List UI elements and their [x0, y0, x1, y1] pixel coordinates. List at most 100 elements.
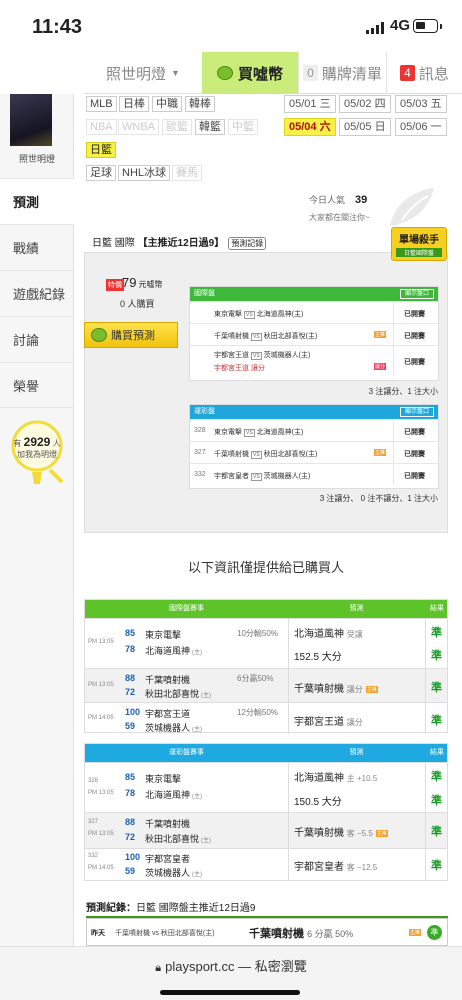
team-name: 茨城機器人	[145, 868, 191, 878]
lock-icon: 🔒︎	[155, 962, 162, 974]
table-row: 332 PM 14:05 100 宇都宮皇者 59 茨城機器人 (主) 宇都宮皇者 客…	[85, 848, 447, 880]
away-team: 北海道風神(主)	[256, 429, 304, 436]
tw-panel-title: 運彩盤	[194, 408, 215, 415]
result-correct: 準	[431, 771, 442, 783]
record-day: 昨天	[91, 930, 105, 937]
prediction-record-button[interactable]: 預測記錄	[228, 237, 267, 250]
pick-type: 受讓	[346, 630, 363, 639]
date-tab-selected[interactable]: 05/04 六	[284, 118, 336, 136]
list-item: 328 東京電擊 VS 北海道風神(主) 已開賽	[190, 419, 438, 441]
buyers-only-notice: 以下資訊僅提供給已購買人	[187, 560, 344, 575]
league-wnba[interactable]: WNBA	[118, 119, 159, 135]
game-time: PM 13:05	[88, 682, 114, 688]
price-unit: 元噓幣	[138, 280, 163, 289]
price: 79 元噓幣	[122, 275, 162, 290]
sidebar-item-label: 榮譽	[13, 378, 40, 394]
league-npb[interactable]: 日棒	[119, 96, 149, 112]
table-header: 國際盤賽事 預測 結果	[85, 600, 447, 618]
sidebar-item-predict[interactable]: 預測	[0, 178, 74, 224]
show-odds-button[interactable]: 顯示盤口	[399, 289, 434, 299]
record-pick: 千葉噴射機	[249, 928, 304, 940]
sidebar-item-record[interactable]: 戰績	[0, 224, 74, 270]
buy-prediction-button[interactable]: 購買預測	[84, 322, 178, 348]
tw-panel-header: 運彩盤 顯示盤口	[190, 405, 438, 419]
league-mlb[interactable]: MLB	[86, 96, 117, 112]
popularity-value: 39	[355, 194, 368, 206]
result-correct: 準	[431, 715, 442, 727]
result-correct: 準	[431, 860, 442, 872]
buy-coin-button[interactable]: 買噓幣	[202, 52, 298, 94]
pick: 宇都宮皇者	[294, 862, 344, 873]
col-header: 預測	[349, 605, 364, 612]
status-bar: 11:43 4G	[0, 0, 462, 52]
league-sbl[interactable]: 中籃	[228, 119, 258, 135]
buyer-count: 0 人購買	[120, 299, 155, 309]
cart-label: 購牌清單	[321, 65, 382, 83]
league-cpbl[interactable]: 中職	[152, 96, 182, 112]
home-marker: (主)	[192, 794, 203, 800]
game-time: PM 14:05	[88, 865, 114, 871]
sidebar-item-honor[interactable]: 榮譽	[0, 362, 74, 408]
sidebar-item-label: 討論	[13, 333, 40, 348]
main-pick-icon: 主推	[365, 685, 378, 693]
team-name: 東京電擊	[145, 630, 182, 640]
main-pick-icon: 主推	[374, 449, 387, 456]
messages-button[interactable]: 4 訊息	[386, 52, 462, 94]
game-number: 328	[194, 427, 206, 434]
lamp-counter: 有 2929 人加我為明燈	[0, 435, 74, 460]
user-menu[interactable]: 照世明燈 ▼	[84, 52, 202, 94]
home-indicator[interactable]	[160, 990, 300, 995]
home-team: 東京電擊	[214, 311, 242, 318]
sidebar-item-game-log[interactable]: 遊戲紀錄	[0, 270, 74, 316]
col-header: 國際盤賽事	[169, 605, 204, 612]
league-nhl[interactable]: NHL冰球	[118, 165, 171, 181]
intl-results-table: 國際盤賽事 預測 結果 PM 13:05 85 東京電擊 10分輸50% 78 北海道風…	[84, 599, 448, 734]
coin-icon	[91, 328, 107, 342]
cart-count: 0	[303, 65, 318, 81]
date-tab[interactable]: 05/05 日	[339, 118, 391, 136]
address-bar[interactable]: 🔒︎ playsport.cc — 私密瀏覽	[0, 956, 462, 975]
score: 100	[125, 707, 141, 717]
table-row: PM 13:05 88 千葉噴射機 6分贏50% 72 秋田北部喜悅 (主) 千葉噴射…	[85, 668, 447, 702]
league-kbl[interactable]: 韓籃	[195, 119, 225, 135]
away-team: 秋田北部喜悅(主)	[263, 333, 318, 340]
tw-panel: 運彩盤 顯示盤口 328 東京電擊 VS 北海道風神(主) 已開賽 327 千葉噴射機 VS 秋…	[189, 404, 439, 489]
game-time: PM 13:05	[88, 639, 114, 645]
league-bleague[interactable]: 日籃	[86, 142, 116, 158]
game-status: 已開賽	[404, 451, 425, 458]
pick: 千葉噴射機	[294, 684, 344, 695]
profile-name: 照世明燈	[18, 154, 55, 164]
cart-button[interactable]: 0 購牌清單	[298, 52, 386, 94]
user-menu-label: 照世明燈	[106, 65, 167, 83]
league-horse[interactable]: 賽馬	[172, 165, 202, 181]
date-tab[interactable]: 05/01 三	[284, 95, 336, 113]
date-tab[interactable]: 05/06 一	[395, 118, 447, 136]
team-name: 秋田北部喜悅	[145, 834, 200, 844]
team-name: 秋田北部喜悅	[145, 689, 200, 699]
battery-icon	[413, 19, 442, 33]
show-odds-button[interactable]: 顯示盤口	[399, 407, 434, 417]
league-soccer[interactable]: 足球	[86, 165, 116, 181]
date-tab[interactable]: 05/03 五	[395, 95, 447, 113]
sidebar-item-discussion[interactable]: 討論	[0, 316, 74, 362]
game-number: 328	[88, 778, 99, 784]
team-name: 北海道風神	[145, 790, 191, 800]
record-row[interactable]: 昨天 千葉噴射機 vs 秋田北部喜悅(主) 千葉噴射機 6 分贏 50% 主推 …	[86, 918, 448, 946]
game-status: 已開賽	[404, 429, 425, 436]
result-correct: 準	[431, 682, 442, 694]
league-kbo[interactable]: 韓棒	[185, 96, 215, 112]
league-nba[interactable]: NBA	[86, 119, 117, 135]
sidebar-item-label: 戰績	[13, 241, 40, 256]
home-team: 宇都宮王道	[214, 352, 249, 359]
score: 88	[125, 817, 136, 827]
vs-icon: VS	[251, 352, 262, 360]
avatar[interactable]	[10, 94, 52, 146]
card-title: 日籃 國際 【主推近12日過9】 預測記錄	[92, 234, 267, 250]
clock: 11:43	[32, 16, 83, 38]
score: 59	[125, 721, 136, 731]
result-correct: 準	[431, 826, 442, 838]
league-euro[interactable]: 歐籃	[162, 119, 192, 135]
list-item: 東京電擊 VS 北海道風神(主) 已開賽	[190, 301, 438, 323]
game-status: 已開賽	[404, 311, 425, 318]
date-tab[interactable]: 05/02 四	[339, 95, 391, 113]
